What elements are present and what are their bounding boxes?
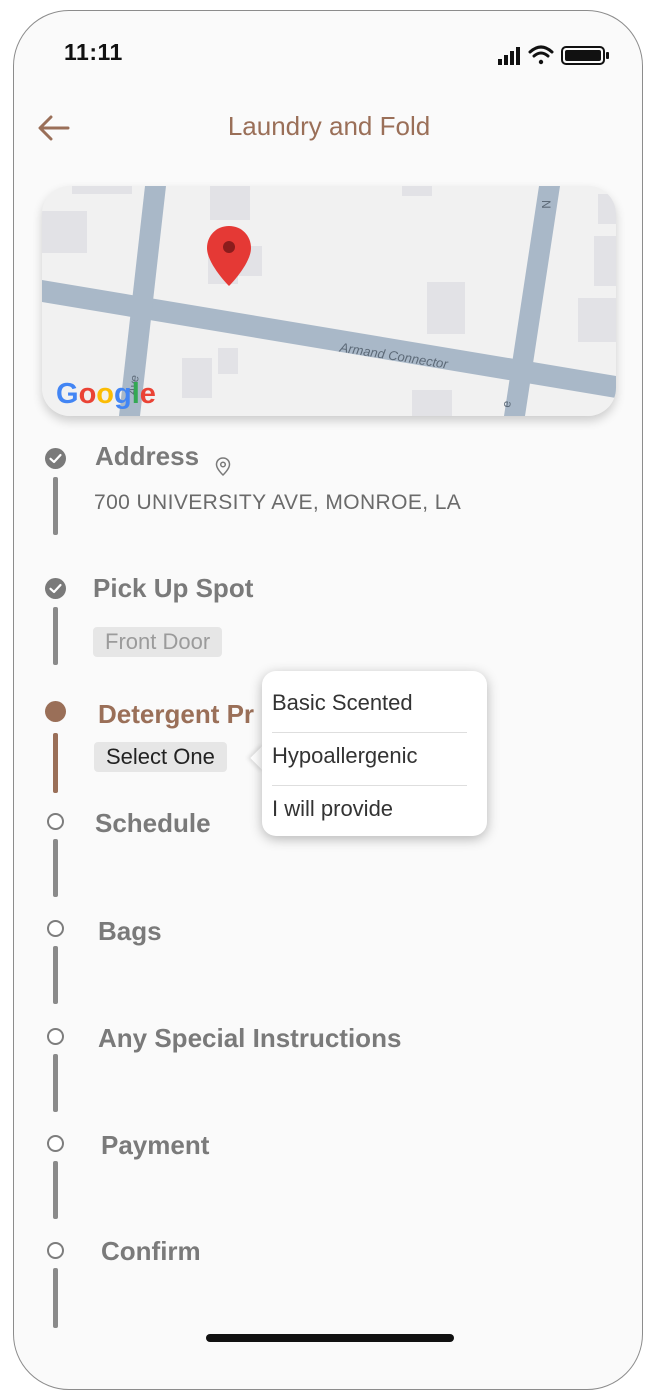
detergent-dropdown-menu: Basic Scented Hypoallergenic I will prov… (262, 671, 487, 836)
step-connector (53, 607, 58, 665)
home-indicator (206, 1334, 454, 1342)
step-label-address: Address (95, 441, 200, 471)
map-canvas: Armand Connector Ave N e Google (42, 186, 616, 416)
address-value: 700 UNIVERSITY AVE, MONROE, LA (94, 491, 462, 514)
google-logo: Google (56, 378, 156, 410)
step-label-confirm[interactable]: Confirm (101, 1236, 201, 1267)
step-label-bags[interactable]: Bags (98, 916, 162, 947)
location-marker-icon (215, 457, 231, 477)
detergent-option-hypoallergenic[interactable]: Hypoallergenic (272, 743, 418, 769)
page-title: Laundry and Fold (227, 111, 431, 141)
step-label-detergent: Detergent Pr (98, 699, 255, 729)
step-connector (53, 1161, 58, 1219)
step-label-schedule[interactable]: Schedule (95, 808, 211, 839)
step-payment-dot (47, 1135, 64, 1152)
step-detergent-active-dot (45, 701, 66, 722)
dropdown-divider (272, 732, 467, 733)
pickup-spot-value[interactable]: Front Door (93, 627, 223, 657)
step-connector (53, 477, 58, 535)
step-instructions-dot (47, 1028, 64, 1045)
battery-icon (561, 46, 609, 65)
street-label-top: N (539, 200, 553, 209)
status-icons (498, 45, 609, 65)
step-address-check-icon (45, 448, 66, 469)
step-connector (53, 839, 58, 897)
step-connector (53, 1268, 58, 1328)
signal-icon (498, 47, 520, 65)
step-pickup-check-icon (45, 578, 66, 599)
step-label-payment[interactable]: Payment (101, 1130, 209, 1161)
detergent-select[interactable]: Select One (94, 742, 227, 772)
step-label-instructions[interactable]: Any Special Instructions (98, 1023, 401, 1054)
status-time: 11:11 (64, 39, 123, 65)
step-connector-active (53, 733, 58, 793)
step-confirm-dot (47, 1242, 64, 1259)
dropdown-divider (272, 785, 467, 786)
wifi-icon (528, 45, 554, 65)
map-view[interactable]: Armand Connector Ave N e Google (42, 186, 616, 416)
step-schedule-dot (47, 813, 64, 830)
step-bags-dot (47, 920, 64, 937)
detergent-option-basic-scented[interactable]: Basic Scented (272, 690, 413, 716)
step-connector (53, 946, 58, 1004)
step-label-pickup: Pick Up Spot (93, 573, 254, 603)
step-connector (53, 1054, 58, 1112)
detergent-option-i-will-provide[interactable]: I will provide (272, 796, 393, 822)
phone-frame: 11:11 Laundry and Fold Armand Connector … (13, 10, 643, 1390)
